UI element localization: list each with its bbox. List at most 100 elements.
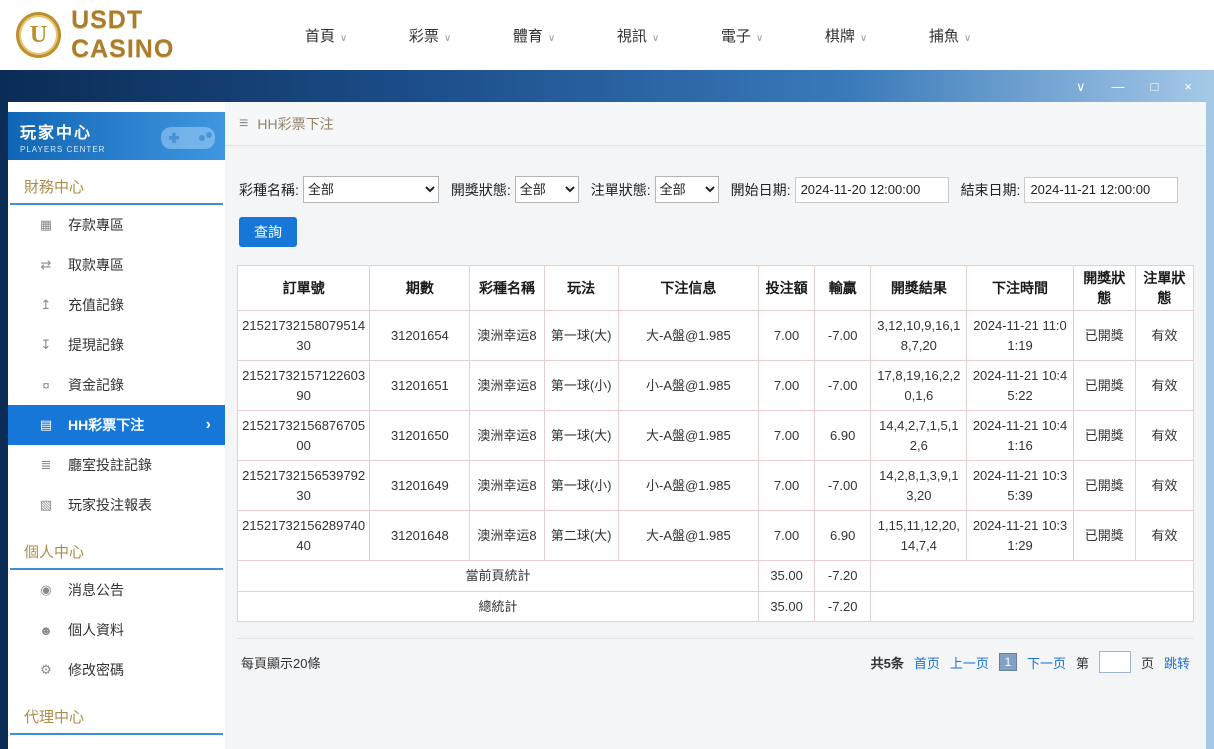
total-summary-bet: 35.00 [758, 590, 816, 622]
table-cell: 2024-11-21 11:01:19 [966, 310, 1074, 361]
top-header: U USDT CASINO 首頁 ∨ 彩票 ∨ 體育 ∨ 視訊 ∨ 電子 ∨ 棋牌 ∨ 捕魚 ∨ [0, 0, 1214, 70]
column-header: 開獎結果 [870, 265, 968, 311]
nav-item-lottery[interactable]: 彩票 ∨ [378, 25, 482, 46]
sidebar-item-player-bet-report[interactable]: ▧ 玩家投注報表 [8, 485, 225, 525]
hh-lottery-bets-icon: ▤ [39, 417, 53, 432]
total-summary-empty [870, 590, 1194, 622]
bet-table: 訂單號 期數 彩種名稱 玩法 下注信息 投注額 輸贏 開獎結果 下注時間 開獎狀態 注單狀態 215… [236, 265, 1195, 622]
gamepad-icon [157, 118, 219, 159]
table-cell: 31201651 [369, 360, 471, 411]
sidebar-item-hh-lottery-bets[interactable]: ▤ HH彩票下注 › [8, 405, 225, 445]
order-status-select[interactable]: 全部 [654, 176, 719, 203]
pagination-jump-input[interactable] [1098, 651, 1131, 673]
nav-item-sports[interactable]: 體育 ∨ [482, 25, 586, 46]
sidebar-item-label: 資金記錄 [68, 377, 124, 393]
pagination-next[interactable]: 下一页 [1027, 653, 1066, 672]
nav-item-label: 捕魚 [928, 27, 959, 45]
chevron-down-icon: ∨ [859, 32, 868, 44]
start-date-input[interactable] [794, 176, 949, 203]
chevron-right-icon: › [205, 416, 211, 433]
end-date-input[interactable] [1024, 176, 1179, 203]
table-cell: 第一球(大) [543, 310, 619, 361]
lottery-select[interactable]: 全部 [302, 176, 439, 203]
chevron-down-icon: ∨ [963, 32, 972, 44]
sidebar-item-label: 提現記錄 [68, 337, 124, 353]
column-header: 訂單號 [236, 265, 371, 311]
sidebar-item-notice[interactable]: ◉ 消息公告 [8, 570, 225, 610]
table-cell: 2152173215653979230 [236, 460, 371, 511]
funds-record-icon: ¤ [42, 377, 50, 393]
start-date-label: 開始日期: [730, 181, 791, 198]
nav-item-electronic[interactable]: 電子 ∨ [690, 25, 794, 46]
menu-icon[interactable]: ≡ [239, 115, 248, 133]
table-cell: 6.90 [814, 410, 872, 461]
table-cell: 第一球(大) [543, 410, 619, 461]
lottery-select-label: 彩種名稱: [239, 181, 299, 198]
window-maximize-icon[interactable]: □ [1151, 80, 1159, 93]
table-cell: 1,15,11,12,20,14,7,4 [870, 510, 968, 561]
pagination-prev[interactable]: 上一页 [950, 653, 989, 672]
filter-bar: 彩種名稱: 全部 開獎狀態: 全部 注單狀態: 全部 開始日期: 2024-11… [239, 176, 1194, 203]
main-area: ≡ HH彩票下注 彩種名稱: 全部 開獎狀態: 全部 注單狀態: 全部 開始日期… [225, 102, 1206, 749]
table-cell: 有效 [1134, 510, 1195, 561]
sidebar-header: 玩家中心 PLAYERS CENTER [8, 112, 225, 160]
table-cell: 2152173215712260390 [236, 360, 371, 411]
order-status-select-label: 注單狀態: [590, 181, 651, 198]
pagination-first[interactable]: 首页 [914, 653, 940, 672]
table-cell: 第二球(大) [543, 510, 619, 561]
pagination-current-page[interactable]: 1 [998, 653, 1017, 671]
table-cell: 澳洲幸运8 [469, 310, 545, 361]
brand-logo-icon: U [16, 12, 62, 58]
table-cell: 大-A盤@1.985 [617, 310, 760, 361]
window-collapse-icon[interactable]: ∨ [1076, 80, 1086, 93]
page: U USDT CASINO 首頁 ∨ 彩票 ∨ 體育 ∨ 視訊 ∨ 電子 ∨ 棋牌 ∨ 捕魚 ∨ ∨ — □ ×… [0, 0, 1214, 749]
page-summary-winloss: -7.20 [814, 560, 872, 592]
withdraw-record-icon: ↧ [40, 337, 52, 352]
sidebar-item-deposit-zone[interactable]: ▦ 存款專區 [8, 205, 225, 245]
table-cell: 31201648 [369, 510, 471, 561]
table-cell: 已開獎 [1072, 410, 1136, 461]
table-cell: 14,4,2,7,1,5,12,6 [870, 410, 968, 461]
sidebar-section-finance-center: 財務中心 [10, 160, 223, 205]
sidebar-item-label: 存款專區 [68, 217, 124, 233]
profile-icon: ☻ [39, 622, 53, 638]
window-content: 玩家中心 PLAYERS CENTER 財務中心 ▦ 存款專區 ⇄ 取款專區 ↥ 充值記錄 ↧… [8, 102, 1206, 749]
total-summary-label: 總統計 [236, 590, 760, 622]
table-cell: 澳洲幸运8 [469, 360, 545, 411]
table-cell: 31201650 [369, 410, 471, 461]
nav-item-video[interactable]: 視訊 ∨ [586, 25, 690, 46]
window-minimize-icon[interactable]: — [1112, 80, 1125, 93]
pagination-jump-button[interactable]: 跳转 [1164, 653, 1190, 672]
window-close-icon[interactable]: × [1184, 80, 1192, 93]
sidebar-item-withdraw-record[interactable]: ↧ 提現記錄 [8, 325, 225, 365]
sidebar-item-label: 廳室投註記錄 [68, 457, 152, 473]
column-header: 玩法 [543, 265, 619, 311]
nav-item-home[interactable]: 首頁 ∨ [274, 25, 378, 46]
sidebar-item-recharge-record[interactable]: ↥ 充值記錄 [8, 285, 225, 325]
sidebar-item-change-password[interactable]: ⚙ 修改密碼 [8, 650, 225, 690]
sidebar-item-funds-record[interactable]: ¤ 資金記錄 [8, 365, 225, 405]
nav-item-label: 視訊 [616, 27, 647, 45]
table-cell: 2024-11-21 10:41:16 [966, 410, 1074, 461]
sidebar-item-profile[interactable]: ☻ 個人資料 [8, 610, 225, 650]
query-button[interactable]: 查詢 [239, 217, 297, 247]
page-summary-row: 當前頁統計 35.00 -7.20 [236, 560, 1194, 592]
table-cell: 有效 [1134, 360, 1195, 411]
sidebar-item-room-bet-record[interactable]: ≣ 廳室投註記錄 [8, 445, 225, 485]
chevron-down-icon: ∨ [443, 32, 452, 44]
table-row: 2152173215653979230 31201649 澳洲幸运8 第一球(小) 小-… [236, 460, 1195, 511]
table-cell: 第一球(小) [543, 460, 619, 511]
sidebar-item-withdraw-zone[interactable]: ⇄ 取款專區 [8, 245, 225, 285]
recharge-record-icon: ↥ [40, 297, 52, 312]
sidebar-section-agent-center: 代理中心 [10, 690, 223, 735]
nav-item-fishing[interactable]: 捕魚 ∨ [898, 25, 1002, 46]
table-cell: 7.00 [758, 360, 816, 411]
table-cell: 已開獎 [1072, 310, 1136, 361]
draw-status-select[interactable]: 全部 [514, 176, 579, 203]
column-header: 期數 [369, 265, 471, 311]
nav-item-chess[interactable]: 棋牌 ∨ [794, 25, 898, 46]
table-cell: 第一球(小) [543, 360, 619, 411]
withdraw-zone-icon: ⇄ [40, 257, 52, 272]
table-row: 2152173215712260390 31201651 澳洲幸运8 第一球(小) 小-… [236, 360, 1195, 411]
breadcrumb-bar: ≡ HH彩票下注 [225, 102, 1206, 146]
